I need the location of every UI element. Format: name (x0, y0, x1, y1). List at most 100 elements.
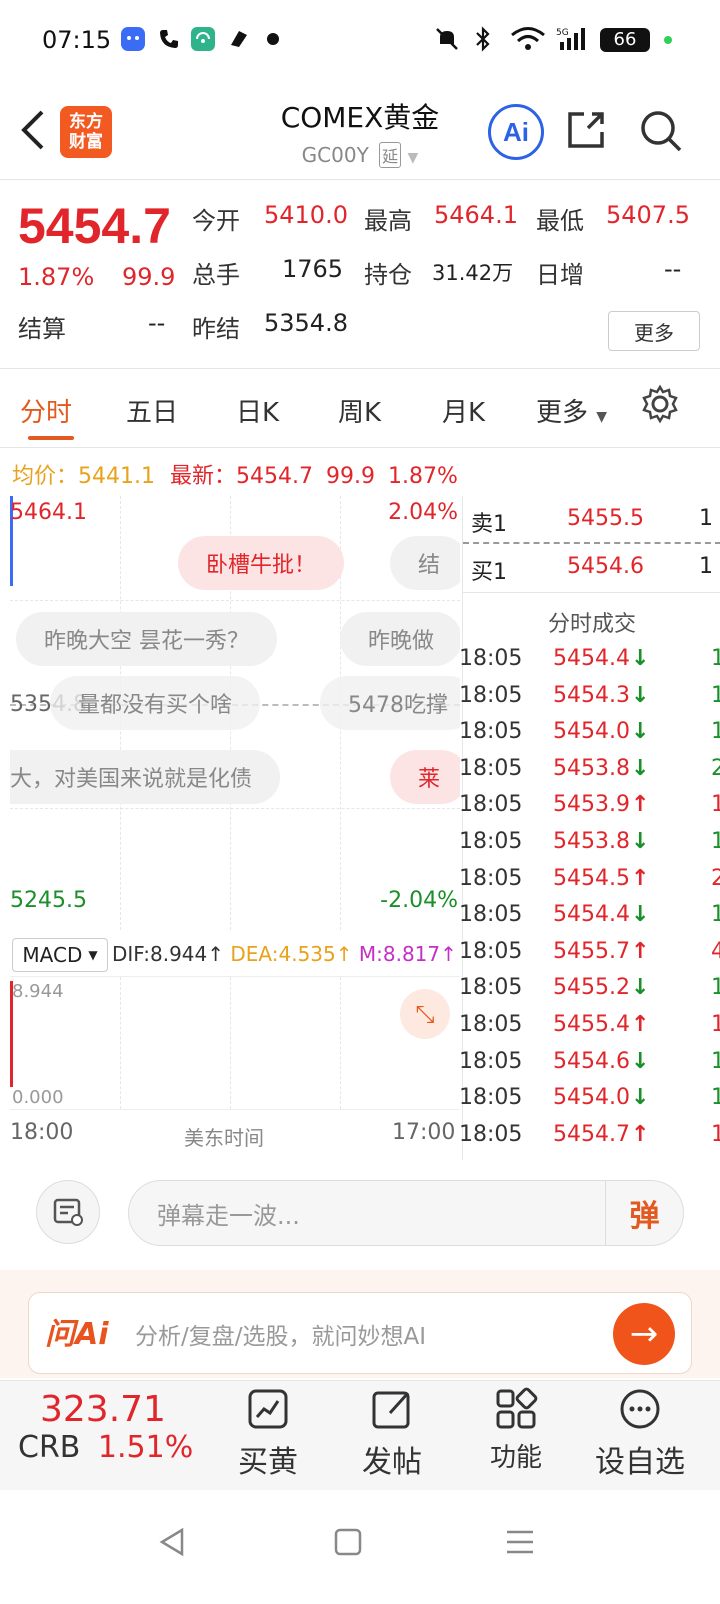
add-watchlist-button[interactable]: 设自选 (580, 1387, 700, 1481)
max-pct-label: 2.04% (388, 500, 458, 525)
table-row: 18:05 5454.3 ↓ 1 (459, 679, 720, 716)
intraday-chart[interactable]: 5464.1 2.04% 5354.8 5245.5 -2.04% 卧槽牛批！ … (10, 496, 460, 930)
chat-app-icon (118, 24, 148, 54)
chart-trend-icon (248, 1389, 288, 1429)
share-icon[interactable] (564, 108, 608, 156)
tab-more[interactable]: 更多 ▼ (536, 392, 607, 429)
functions-button[interactable]: 功能 (456, 1387, 576, 1474)
change-pct: 1.87% (18, 263, 95, 291)
open-label: 今开 (192, 207, 240, 235)
x-axis-end: 17:00 (392, 1120, 456, 1145)
latest-pct: 1.87% (387, 464, 458, 489)
trade-time: 18:05 (459, 719, 523, 745)
trade-price: 5454.5 (553, 865, 630, 891)
danmaku-send-label: 弹 (629, 1199, 660, 1234)
svg-text:5G: 5G (556, 28, 569, 38)
trade-time: 18:05 (459, 902, 523, 928)
cellular-signal-icon: 5G (554, 24, 594, 54)
table-row: 18:05 5454.5 ↑ 2 (459, 862, 720, 899)
open-value: 5410.0 (264, 201, 348, 229)
down-arrow-icon: ↓ (631, 1048, 650, 1074)
crb-pct: 1.51% (97, 1430, 194, 1465)
latest-value: 5454.7 (236, 464, 313, 489)
danmaku-bubble: 莱 (390, 750, 460, 804)
danmaku-send-button[interactable]: 弹 (605, 1181, 683, 1245)
danmaku-bubble: 大，对美国来说就是化债 (10, 750, 281, 804)
down-arrow-icon: ↓ (631, 902, 650, 928)
ai-prompt-text: 分析/复盘/选股，就问妙想AI (135, 1324, 427, 1350)
trade-volume: 1 (711, 646, 720, 671)
more-quote-button[interactable]: 更多 (608, 311, 700, 351)
tab-daily-k[interactable]: 日K (236, 392, 279, 429)
macd-chart[interactable]: 8.944 0.000 ⤡ (10, 976, 460, 1110)
post-button[interactable]: 发帖 (332, 1387, 452, 1481)
danmaku-bubble: 昨晚大空 昙花一秀？ (16, 612, 277, 666)
contract-code: GC00Y (301, 143, 369, 167)
trade-price: 5454.3 (553, 682, 630, 708)
nav-back-icon[interactable] (156, 1526, 188, 1562)
danmaku-input[interactable]: 弹幕走一波... 弹 (128, 1180, 684, 1246)
nav-home-icon[interactable] (332, 1526, 364, 1562)
settle-label: 结算 (18, 315, 66, 343)
trade-time: 18:05 (459, 646, 523, 671)
tab-intraday[interactable]: 分时 (20, 392, 72, 429)
tab-five-day[interactable]: 五日 (126, 392, 178, 429)
search-icon[interactable] (638, 108, 684, 158)
up-arrow-icon: ↑ (631, 792, 650, 818)
table-row: 18:05 5455.2 ↓ 1 (459, 971, 720, 1008)
phone-icon (154, 24, 184, 54)
trade-price: 5453.8 (553, 829, 630, 854)
bluetooth-icon (468, 24, 498, 54)
buy-gold-label: 买黄 (238, 1445, 298, 1480)
arrow-right-icon[interactable]: → (613, 1303, 675, 1365)
bid-price: 5454.6 (567, 554, 644, 579)
danmaku-settings-icon[interactable] (36, 1180, 100, 1244)
trade-volume: 1 (711, 1048, 720, 1074)
trade-price: 5454.0 (553, 1085, 630, 1111)
trade-volume: 1 (711, 719, 720, 745)
ai-query-box[interactable]: 问Ai 分析/复盘/选股，就问妙想AI → (28, 1292, 692, 1374)
up-arrow-icon: ↑ (631, 1012, 650, 1037)
buy-gold-button[interactable]: 买黄 (208, 1387, 328, 1481)
trade-price: 5455.2 (553, 975, 630, 1001)
crb-index[interactable]: 323.71 CRB 1.51% (18, 1389, 218, 1465)
x-axis-start: 18:00 (10, 1120, 74, 1145)
latest-change: 99.9 (326, 464, 375, 489)
grid-line (10, 600, 460, 601)
grid-line (120, 977, 121, 1109)
volume-label: 总手 (192, 261, 240, 289)
active-tab-indicator (28, 436, 74, 440)
ask-label: 卖1 (471, 512, 507, 537)
ask-price: 5455.5 (567, 506, 644, 531)
trade-time: 18:05 (459, 1048, 523, 1074)
indicator-selector[interactable]: MACD ▼ (12, 938, 108, 972)
tab-more-label: 更多 (536, 398, 589, 428)
prev-settle-label: 昨结 (192, 315, 240, 343)
tab-monthly-k[interactable]: 月K (442, 392, 485, 429)
charging-dot-icon (664, 36, 672, 44)
nav-menu-icon[interactable] (504, 1526, 536, 1562)
post-label: 发帖 (362, 1445, 422, 1480)
trade-price: 5454.4 (553, 646, 630, 671)
trade-time: 18:05 (459, 865, 523, 891)
down-arrow-icon: ↓ (631, 646, 650, 671)
status-bar: 07:15 5G 66 (0, 0, 720, 80)
system-nav-bar (0, 1490, 720, 1604)
daily-increase-label: 日增 (536, 261, 584, 289)
table-row: 18:05 5454.6 ↓ 1 (459, 1045, 720, 1082)
expand-icon[interactable]: ⤡ (400, 989, 450, 1039)
trade-time: 18:05 (459, 829, 523, 854)
table-row: 18:05 5454.0 ↓ 1 (459, 1081, 720, 1118)
table-row: 18:05 5453.9 ↑ 1 (459, 788, 720, 825)
macd-indicator-bar: MACD ▼ DIF:8.944↑ DEA:4.535↑ M:8.817↑ (10, 934, 460, 976)
app-header: 东方 财富 COMEX黄金 GC00Y 延 ▼ Ai (0, 84, 720, 180)
trade-time: 18:05 (459, 755, 523, 781)
prev-settle-value: 5354.8 (264, 309, 348, 337)
contract-selector[interactable]: GC00Y 延 ▼ (0, 142, 720, 168)
tab-weekly-k[interactable]: 周K (338, 392, 381, 429)
settings-gear-icon[interactable] (640, 384, 680, 428)
bid-row: 买1 5454.6 1 (463, 544, 720, 588)
up-arrow-icon: ↑ (631, 1121, 650, 1147)
danmaku-bubble: 昨晚做 (340, 612, 460, 666)
ai-button[interactable]: Ai (488, 104, 544, 160)
